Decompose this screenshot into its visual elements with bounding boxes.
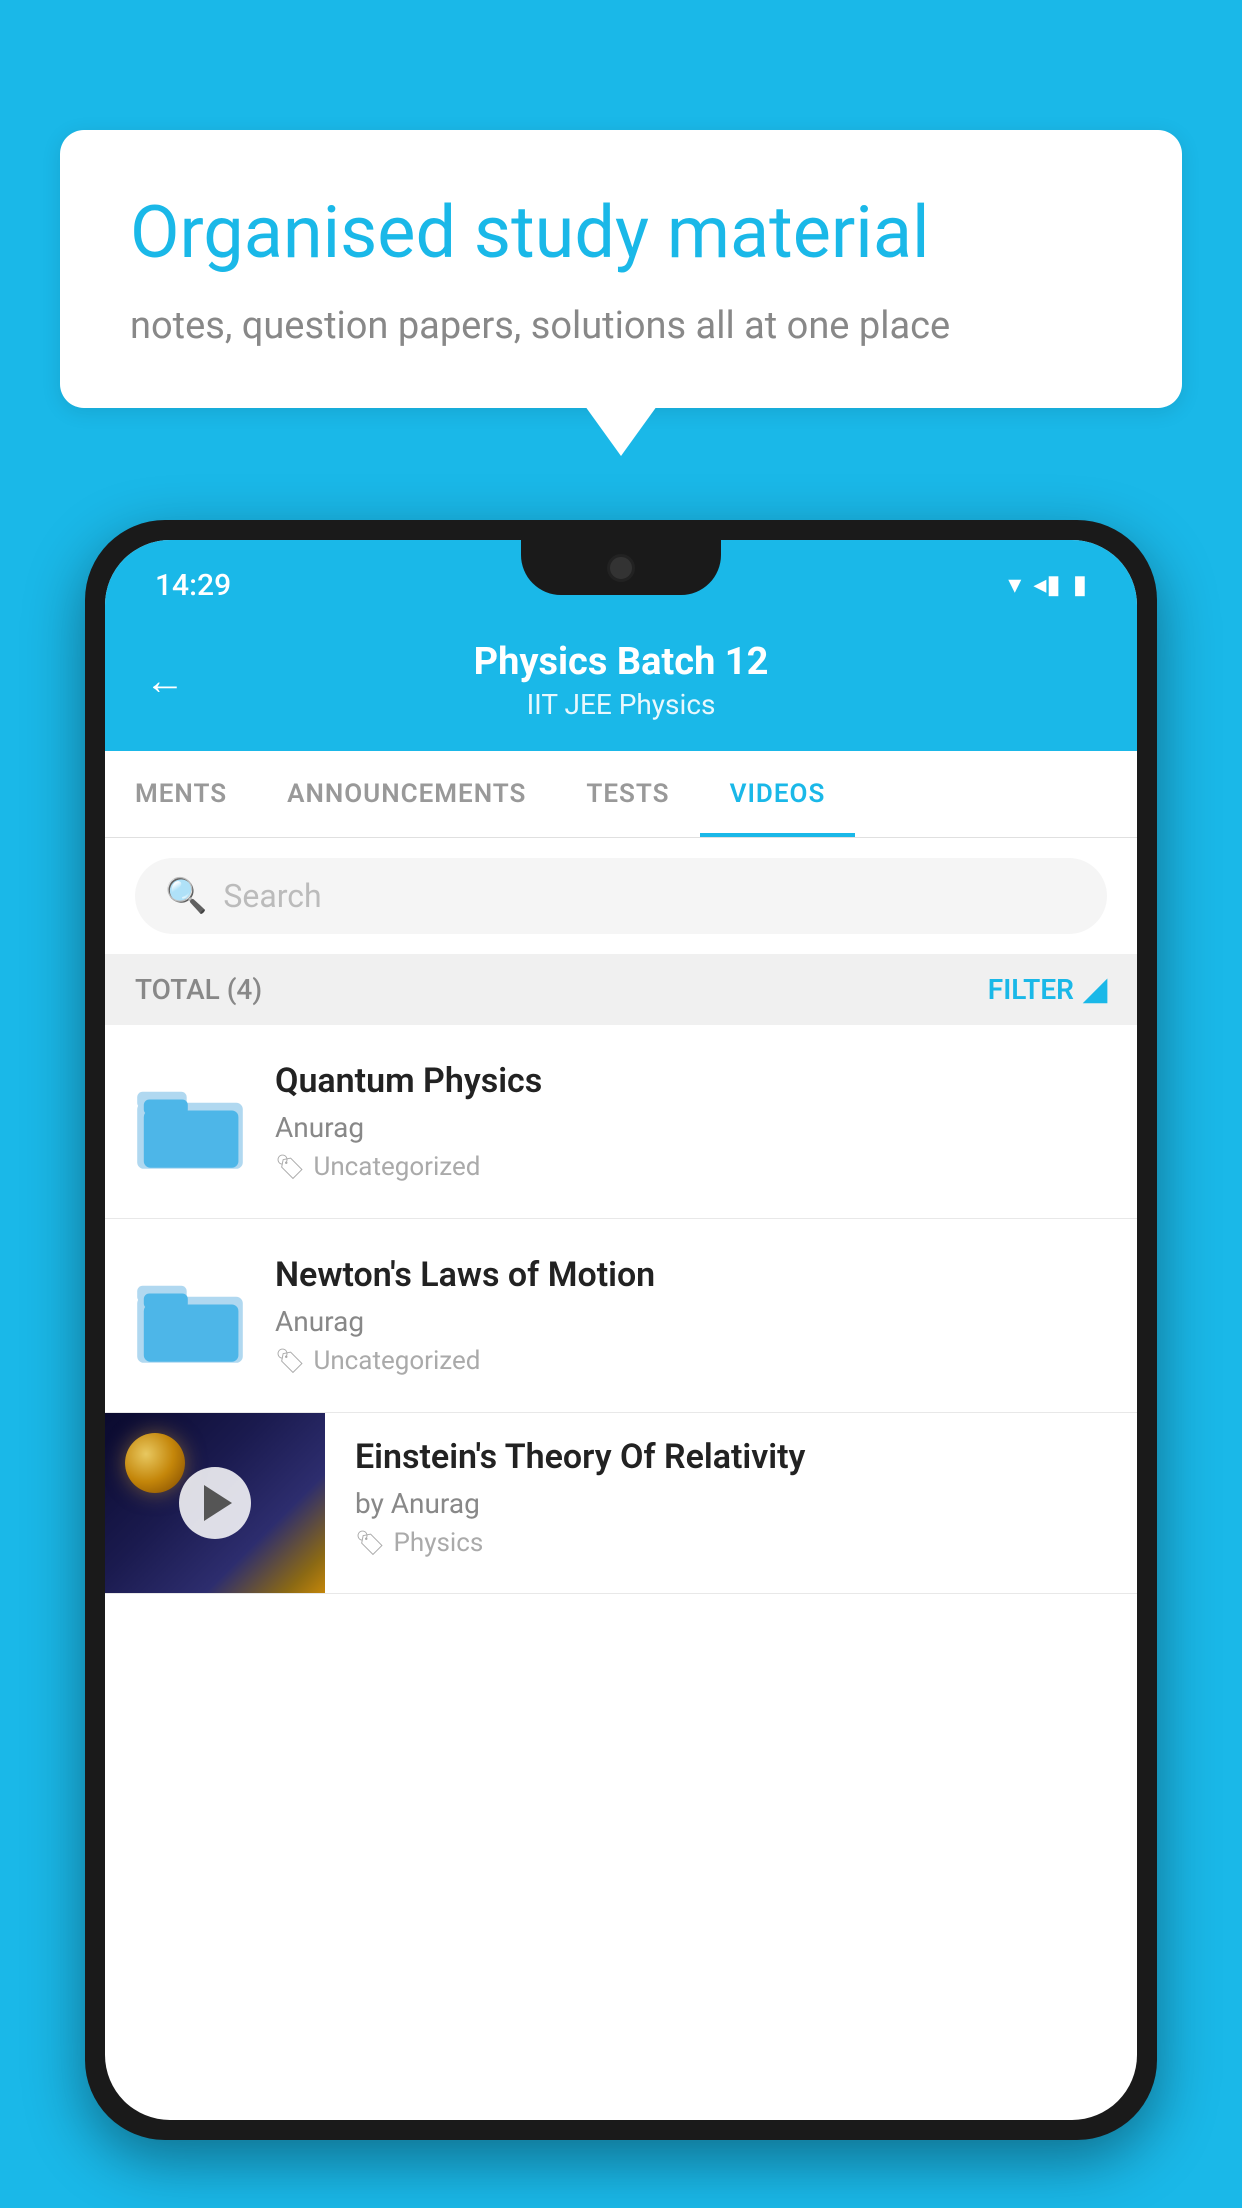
tag-text: Uncategorized	[313, 1346, 480, 1376]
list-item[interactable]: Newton's Laws of Motion Anurag 🏷 Uncateg…	[105, 1219, 1137, 1413]
hero-subtitle: notes, question papers, solutions all at…	[130, 304, 1112, 348]
status-icons: ▾ ◂▮ ▮	[1008, 570, 1087, 600]
video-tag: 🏷 Uncategorized	[275, 1346, 1107, 1376]
batch-tags: IIT JEE Physics	[145, 688, 1097, 721]
folder-icon	[135, 1072, 245, 1171]
filter-button[interactable]: FILTER ◢	[988, 972, 1107, 1007]
app-header: ← Physics Batch 12 IIT JEE Physics	[105, 620, 1137, 751]
tab-videos[interactable]: VIDEOS	[700, 751, 856, 837]
battery-icon: ▮	[1073, 570, 1087, 600]
tab-ments[interactable]: MENTS	[105, 751, 257, 837]
back-button[interactable]: ←	[145, 657, 185, 704]
header-content: Physics Batch 12 IIT JEE Physics	[145, 640, 1097, 721]
filter-funnel-icon: ◢	[1084, 972, 1107, 1007]
search-placeholder: Search	[223, 877, 321, 915]
play-overlay	[105, 1413, 325, 1593]
folder-icon	[135, 1266, 245, 1365]
phone-screen: 14:29 ▾ ◂▮ ▮ ← Physics Batch 12 IIT JEE …	[105, 540, 1137, 2120]
video-thumbnail	[105, 1413, 325, 1593]
list-item[interactable]: Einstein's Theory Of Relativity by Anura…	[105, 1413, 1137, 1594]
folder-thumbnail	[135, 1067, 245, 1177]
video-info: Einstein's Theory Of Relativity by Anura…	[325, 1413, 1137, 1582]
search-container: 🔍 Search	[105, 838, 1137, 954]
camera	[607, 554, 635, 582]
signal-icon: ◂▮	[1033, 570, 1060, 600]
total-count: TOTAL (4)	[135, 973, 262, 1006]
filter-label: FILTER	[988, 973, 1074, 1006]
hero-section: Organised study material notes, question…	[60, 130, 1182, 408]
video-author: Anurag	[275, 1305, 1107, 1338]
phone-notch	[521, 540, 721, 595]
video-title: Einstein's Theory Of Relativity	[355, 1437, 1107, 1477]
video-tag: 🏷 Physics	[355, 1528, 1107, 1558]
tag-icon: 🏷	[275, 1347, 305, 1375]
batch-title: Physics Batch 12	[145, 640, 1097, 684]
video-author: Anurag	[275, 1111, 1107, 1144]
tag-icon: 🏷	[355, 1529, 385, 1557]
search-input-wrap[interactable]: 🔍 Search	[135, 858, 1107, 934]
play-button[interactable]	[179, 1467, 251, 1539]
video-title: Quantum Physics	[275, 1061, 1107, 1101]
tag-text: Physics	[393, 1528, 483, 1558]
speech-bubble: Organised study material notes, question…	[60, 130, 1182, 408]
video-author: by Anurag	[355, 1487, 1107, 1520]
list-item[interactable]: Quantum Physics Anurag 🏷 Uncategorized	[105, 1025, 1137, 1219]
video-tag: 🏷 Uncategorized	[275, 1152, 1107, 1182]
hero-title: Organised study material	[130, 190, 1112, 276]
status-time: 14:29	[155, 568, 231, 603]
tag-text: Uncategorized	[313, 1152, 480, 1182]
video-info: Newton's Laws of Motion Anurag 🏷 Uncateg…	[275, 1255, 1107, 1376]
wifi-icon: ▾	[1008, 570, 1021, 600]
video-title: Newton's Laws of Motion	[275, 1255, 1107, 1295]
video-info: Quantum Physics Anurag 🏷 Uncategorized	[275, 1061, 1107, 1182]
tag-icon: 🏷	[275, 1153, 305, 1181]
tab-announcements[interactable]: ANNOUNCEMENTS	[257, 751, 556, 837]
folder-thumbnail	[135, 1261, 245, 1371]
tabs-bar: MENTS ANNOUNCEMENTS TESTS VIDEOS	[105, 751, 1137, 838]
filter-bar: TOTAL (4) FILTER ◢	[105, 954, 1137, 1025]
phone-outer: 14:29 ▾ ◂▮ ▮ ← Physics Batch 12 IIT JEE …	[85, 520, 1157, 2140]
play-icon	[204, 1485, 232, 1521]
tab-tests[interactable]: TESTS	[556, 751, 699, 837]
search-icon: 🔍	[165, 876, 207, 916]
phone-wrapper: 14:29 ▾ ◂▮ ▮ ← Physics Batch 12 IIT JEE …	[85, 520, 1157, 2208]
video-list: Quantum Physics Anurag 🏷 Uncategorized	[105, 1025, 1137, 1594]
